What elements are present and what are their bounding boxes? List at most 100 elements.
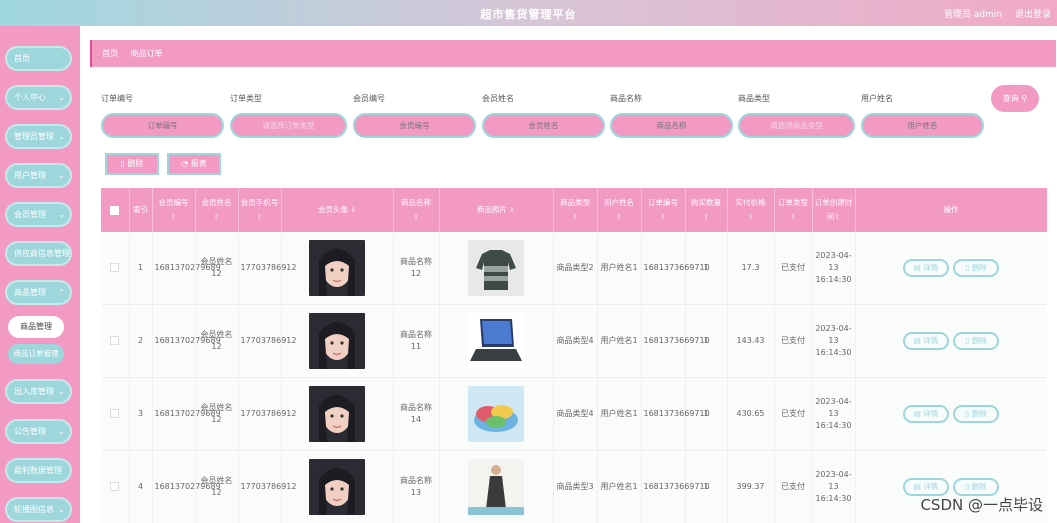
sidebar-item-notices[interactable]: 公告管理 ⌄	[5, 419, 72, 444]
detail-button[interactable]: ▤ 详情	[903, 405, 949, 423]
order-no-text: 1681373669710	[643, 263, 710, 272]
member-no-input[interactable]	[353, 113, 476, 138]
user-name-input[interactable]	[861, 113, 984, 138]
column-header[interactable]: 会员手机号 ⇕	[238, 188, 282, 232]
sidebar-item-label: 公告管理	[14, 427, 46, 436]
column-header[interactable]: 实付价格 ⇕	[727, 188, 775, 232]
column-header[interactable]: 商品类型 ⇕	[553, 188, 598, 232]
sidebar-item-suppliers[interactable]: 供应商信息管理	[5, 241, 72, 266]
row-checkbox[interactable]	[110, 336, 120, 345]
column-header[interactable]: 会员头像 ⇕	[281, 188, 394, 232]
product-name-input[interactable]	[610, 113, 733, 138]
detail-button[interactable]: ▤ 详情	[903, 332, 949, 350]
order-type-select[interactable]: 请选择订单类型	[230, 113, 347, 138]
query-button[interactable]: 查询 ⚲	[991, 85, 1039, 112]
sidebar-subitem-products[interactable]: 商品管理	[8, 316, 64, 338]
actions-cell: ▤ 详情 ▯ 删除	[855, 232, 1047, 305]
member-name-text: 会员姓名12	[200, 330, 233, 351]
row-delete-button[interactable]: ▯ 删除	[953, 259, 999, 277]
row-delete-button[interactable]: ▯ 删除	[953, 332, 999, 350]
sidebar-subitem-product-orders[interactable]: 商品订单管理	[8, 344, 64, 364]
sidebar-item-label: 用户管理	[14, 171, 46, 180]
sidebar-item-admin[interactable]: 管理员管理 ⌄	[5, 124, 72, 149]
sort-icon: ⇕	[413, 213, 419, 221]
avatar-cell	[281, 232, 394, 305]
column-header-label: 索引	[133, 205, 148, 214]
doc-icon: ▤	[913, 336, 921, 345]
order-type-cell: 已支付	[774, 450, 813, 523]
price-cell: 430.65	[727, 377, 775, 451]
index-cell: 2	[129, 304, 153, 378]
product-type-cell: 商品类型2	[553, 232, 598, 305]
table-row: 1 1681370279689 会员姓名12 17703786912 商品名称12 商品类…	[101, 232, 1047, 305]
column-header-label: 会员头像	[317, 205, 348, 214]
product-type-select[interactable]: 请选择商品类型	[738, 113, 855, 138]
created-text: 2023-04-13 16:14:30	[815, 397, 852, 430]
row-checkbox[interactable]	[110, 409, 120, 418]
column-header[interactable]: 购买数量 ⇕	[685, 188, 728, 232]
filter-label-member-name: 会员姓名	[482, 94, 514, 103]
order-no-input[interactable]	[101, 113, 224, 138]
phone-text: 17703786912	[240, 336, 297, 345]
logout-link[interactable]: 退出登录	[1015, 10, 1051, 20]
checkbox-cell	[101, 450, 130, 523]
report-button[interactable]: ◔ 报表	[167, 153, 221, 175]
column-header[interactable]: 商品名称 ⇕	[393, 188, 440, 232]
sort-icon: ⇕	[509, 206, 516, 214]
doc-icon: ▤	[913, 263, 921, 272]
sidebar-item-users[interactable]: 用户管理 ⌄	[5, 163, 72, 188]
detail-button[interactable]: ▤ 详情	[903, 259, 949, 277]
member-name-text: 会员姓名12	[200, 476, 233, 497]
table-row: 3 1681370279689 会员姓名12 17703786912 商品名称14 商品类…	[101, 377, 1047, 451]
delete-button[interactable]: ▯ 删除	[105, 153, 159, 175]
row-checkbox[interactable]	[110, 482, 120, 491]
sidebar-item-profile[interactable]: 个人中心 ⌄	[5, 85, 72, 110]
phone-cell: 17703786912	[238, 304, 297, 378]
member-name-text: 会员姓名12	[200, 257, 233, 278]
qty-text: 1	[703, 336, 709, 345]
column-header[interactable]: 订单编号 ⇕	[641, 188, 686, 232]
filter-label-order-no: 订单编号	[101, 94, 133, 103]
price-cell: 399.37	[727, 450, 775, 523]
trash-icon: ▯	[965, 336, 970, 345]
sidebar-item-label: 首页	[14, 54, 30, 63]
sidebar-item-home[interactable]: 首页	[5, 46, 72, 71]
product-name-text: 商品名称14	[400, 403, 432, 424]
sidebar-item-inventory[interactable]: 出入库管理 ⌄	[5, 379, 72, 404]
column-header[interactable]: 用户姓名 ⇕	[597, 188, 642, 232]
select-all-checkbox[interactable]	[101, 188, 130, 232]
sidebar-item-label: 管理员管理	[14, 132, 54, 141]
trash-icon: ▯	[120, 159, 125, 168]
doc-icon: ▤	[913, 482, 921, 491]
checkbox[interactable]	[110, 205, 120, 215]
price-text: 143.43	[736, 336, 765, 345]
order-type-cell: 已支付	[774, 304, 813, 378]
row-delete-button[interactable]: ▯ 删除	[953, 405, 999, 423]
sidebar-item-label: 个人中心	[14, 93, 46, 102]
trash-icon: ▯	[965, 482, 970, 491]
column-header[interactable]: 订单创建时间⇕	[812, 188, 856, 232]
column-header[interactable]: 订单类型 ⇕	[774, 188, 813, 232]
admin-label[interactable]: 管理员 admin	[944, 10, 1002, 20]
sort-icon: ⇕	[170, 213, 177, 221]
sidebar-item-carousel[interactable]: 轮播图信息 ⌄	[5, 497, 72, 522]
column-header[interactable]: 会员编号 ⇕	[152, 188, 196, 232]
product-name-text: 商品名称12	[400, 257, 432, 278]
member-name-cell: 会员姓名12	[195, 450, 239, 523]
breadcrumb-home[interactable]: 首页	[102, 49, 118, 58]
column-header[interactable]: 商品照片 ⇕	[439, 188, 554, 232]
sidebar-item-profit[interactable]: 盈利数据管理	[5, 458, 72, 483]
member-name-input[interactable]	[482, 113, 605, 138]
column-header[interactable]: 索引	[129, 188, 153, 232]
checkbox-cell	[101, 377, 130, 451]
column-header[interactable]: 会员姓名 ⇕	[195, 188, 239, 232]
sidebar-item-members[interactable]: 会员管理 ⌄	[5, 202, 72, 227]
top-right-menu: 管理员 admin 退出登录	[934, 7, 1051, 20]
phone-text: 17703786912	[240, 263, 297, 272]
chevron-down-icon: ⌄	[58, 171, 65, 180]
row-checkbox[interactable]	[110, 263, 120, 272]
sidebar-item-products[interactable]: 商品管理 ⌃	[5, 280, 72, 305]
filter-label-product-name: 商品名称	[610, 94, 642, 103]
filter-label-member-no: 会员编号	[353, 94, 385, 103]
user-name-text: 用户姓名1	[600, 482, 638, 491]
